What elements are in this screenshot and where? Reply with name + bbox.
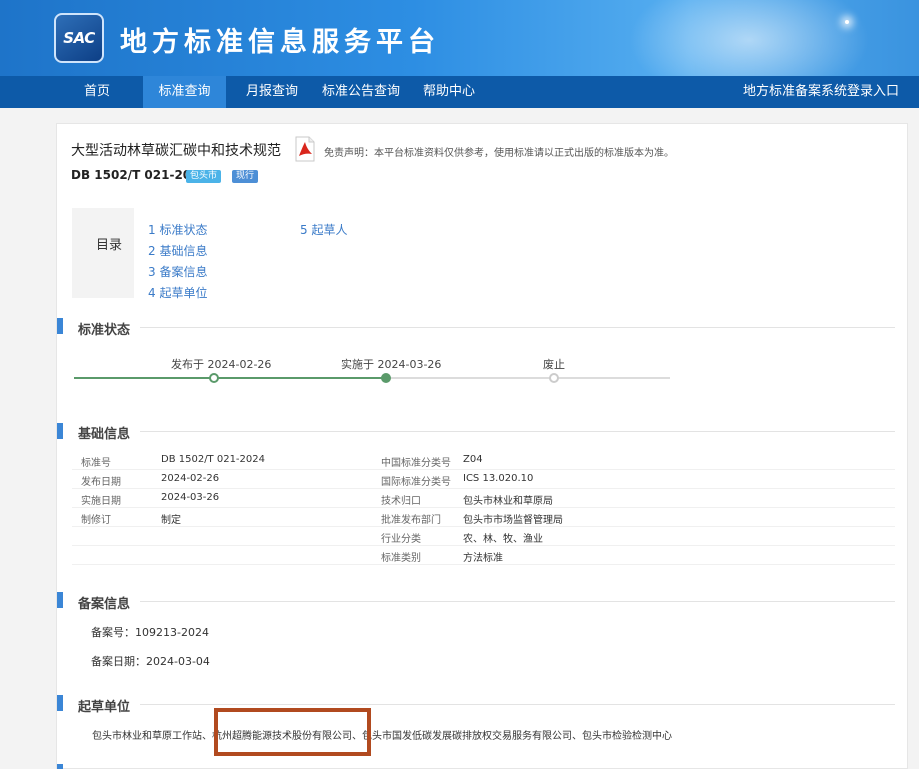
- info-row: 标准号 DB 1502/T 021-2024 中国标准分类号 Z04: [72, 451, 895, 470]
- standard-title: 大型活动林草碳汇碳中和技术规范: [71, 143, 281, 159]
- nav-item-home[interactable]: 首页: [70, 76, 124, 108]
- filing-number: 备案号：109213-2024: [91, 626, 209, 639]
- filing-date: 备案日期：2024-03-04: [91, 655, 210, 668]
- timeline-dot-implemented: [381, 373, 391, 383]
- info-value: 制定: [161, 515, 181, 526]
- toc-label: 目录: [96, 238, 123, 253]
- info-value: DB 1502/T 021-2024: [161, 454, 265, 465]
- drafting-units-text: 包头市林业和草原工作站、杭州超腾能源技术股份有限公司、包头市国发低碳发展碳排放权…: [92, 731, 672, 742]
- main-nav: 首页 标准查询 月报查询 标准公告查询 帮助中心 地方标准备案系统登录入口: [0, 76, 919, 108]
- info-value: ICS 13.020.10: [463, 473, 534, 484]
- section-marker: [57, 423, 63, 439]
- section-marker: [57, 764, 63, 769]
- info-value: 农、林、牧、渔业: [463, 534, 543, 545]
- toc-item-drafters[interactable]: 5 起草人: [300, 221, 347, 238]
- pdf-icon[interactable]: [294, 136, 316, 162]
- nav-item-monthly-report[interactable]: 月报查询: [240, 76, 304, 108]
- timeline-dot-abolished: [549, 373, 559, 383]
- info-key: 标准号: [81, 458, 111, 469]
- section-marker: [57, 318, 63, 334]
- timeline-dot-published: [209, 373, 219, 383]
- section-marker: [57, 695, 63, 711]
- city-badge: 包头市: [186, 170, 222, 183]
- filing-system-login-link[interactable]: 地方标准备案系统登录入口: [743, 76, 899, 108]
- timeline-progress-pending: [386, 377, 670, 379]
- info-key: 中国标准分类号: [381, 458, 451, 469]
- toc-item-standard-status[interactable]: 1 标准状态: [148, 221, 207, 238]
- content-panel: [56, 123, 908, 769]
- nav-item-announcement-search[interactable]: 标准公告查询: [318, 76, 404, 108]
- info-row: 发布日期 2024-02-26 国际标准分类号 ICS 13.020.10: [72, 470, 895, 489]
- info-row: 行业分类 农、林、牧、渔业: [72, 527, 895, 546]
- timeline-progress-done: [74, 377, 386, 379]
- info-key: 国际标准分类号: [381, 477, 451, 488]
- nav-item-standard-search[interactable]: 标准查询: [143, 76, 226, 108]
- toc-item-filing-info[interactable]: 3 备案信息: [148, 263, 207, 280]
- status-badge: 现行: [232, 170, 259, 183]
- info-value: 方法标准: [463, 553, 503, 564]
- section-marker: [57, 592, 63, 608]
- info-row: 标准类别 方法标准: [72, 546, 895, 565]
- toc-box: [72, 208, 134, 298]
- info-key: 制修订: [81, 515, 111, 526]
- section-divider: [140, 704, 895, 705]
- info-key: 技术归口: [381, 496, 421, 507]
- info-key: 批准发布部门: [381, 515, 441, 526]
- banner-star: [845, 20, 849, 24]
- section-title-status: 标准状态: [78, 323, 131, 338]
- info-value: 包头市林业和草原局: [463, 496, 553, 507]
- timeline-implemented-label: 实施于 2024-03-26: [341, 358, 442, 371]
- toc-item-basic-info[interactable]: 2 基础信息: [148, 242, 207, 259]
- info-key: 发布日期: [81, 477, 121, 488]
- info-key: 标准类别: [381, 553, 421, 564]
- section-divider: [140, 431, 895, 432]
- info-value: 包头市市场监督管理局: [463, 515, 563, 526]
- toc-item-drafting-units[interactable]: 4 起草单位: [148, 284, 207, 301]
- highlight-annotation-box: [214, 708, 371, 756]
- timeline-published-label: 发布于 2024-02-26: [171, 358, 272, 371]
- disclaimer-text: 免责声明：本平台标准资料仅供参考，使用标准请以正式出版的标准版本为准。: [324, 148, 674, 159]
- info-value: Z04: [463, 454, 483, 465]
- timeline-abolished-label: 废止: [543, 358, 565, 371]
- info-value: 2024-02-26: [161, 473, 220, 484]
- site-title: 地方标准信息服务平台: [120, 27, 440, 58]
- section-divider: [140, 327, 895, 328]
- info-row: 实施日期 2024-03-26 技术归口 包头市林业和草原局: [72, 489, 895, 508]
- nav-item-help-center[interactable]: 帮助中心: [418, 76, 480, 108]
- section-title-filing: 备案信息: [78, 597, 131, 612]
- section-title-drafters: 起草单位: [78, 700, 131, 715]
- info-key: 实施日期: [81, 496, 121, 507]
- section-title-basic: 基础信息: [78, 427, 131, 442]
- sac-logo[interactable]: SAC: [54, 13, 104, 63]
- banner-glow: [619, 0, 879, 76]
- info-row: 制修订 制定 批准发布部门 包头市市场监督管理局: [72, 508, 895, 527]
- header-banner: SAC 地方标准信息服务平台: [0, 0, 919, 76]
- info-key: 行业分类: [381, 534, 421, 545]
- section-divider: [140, 601, 895, 602]
- info-value: 2024-03-26: [161, 492, 220, 503]
- logo-text: SAC: [63, 29, 95, 47]
